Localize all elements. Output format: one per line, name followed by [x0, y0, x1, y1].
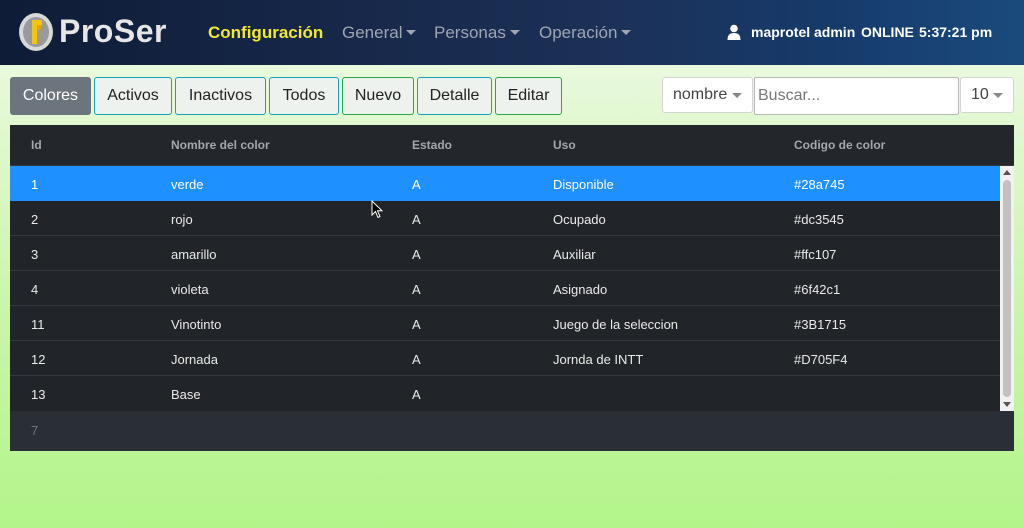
cell-use: Asignado	[553, 282, 608, 297]
cell-id: 1	[31, 177, 39, 192]
user-icon[interactable]	[727, 24, 741, 40]
column-header-id[interactable]: Id	[31, 138, 42, 152]
editar-button[interactable]: Editar	[495, 77, 562, 115]
chevron-down-icon	[993, 93, 1003, 98]
search-field-select[interactable]: nombre	[662, 77, 753, 113]
record-count: 7	[31, 423, 39, 438]
chevron-down-icon	[732, 93, 742, 98]
proser-logo-icon[interactable]	[18, 12, 54, 52]
scroll-thumb[interactable]	[1003, 180, 1011, 397]
cell-code: #ffc107	[794, 247, 837, 262]
column-header-code[interactable]: Codigo de color	[794, 138, 885, 152]
nav-personas-label: Personas	[434, 23, 506, 42]
cell-id: 3	[31, 247, 39, 262]
column-header-use[interactable]: Uso	[553, 138, 576, 152]
cell-id: 13	[31, 387, 46, 402]
cell-name: Vinotinto	[171, 317, 222, 332]
scroll-down-arrow-icon[interactable]	[1003, 402, 1011, 407]
table-header: Id Nombre del color Estado Uso Codigo de…	[10, 125, 1014, 166]
cell-use: Ocupado	[553, 212, 606, 227]
nav-personas[interactable]: Personas	[434, 23, 520, 43]
table-body: 1 verde A Disponible #28a745 2 rojo A Oc…	[10, 166, 1000, 411]
cell-code: #28a745	[794, 177, 845, 192]
todos-button[interactable]: Todos	[269, 77, 339, 115]
brand-title[interactable]: ProSer	[59, 13, 167, 50]
cell-use: Jornda de INTT	[553, 352, 644, 367]
colors-table: Id Nombre del color Estado Uso Codigo de…	[10, 125, 1014, 451]
cell-state: A	[412, 387, 421, 402]
mouse-cursor-icon	[371, 200, 383, 219]
nav-configuracion[interactable]: Configuración	[208, 23, 323, 43]
chevron-down-icon	[621, 30, 632, 35]
cell-name: rojo	[171, 212, 193, 227]
page-size-select[interactable]: 10	[960, 77, 1014, 113]
cell-use: Juego de la seleccion	[553, 317, 679, 332]
cell-code: #dc3545	[794, 212, 844, 227]
table-footer: 7	[10, 411, 1014, 451]
table-row[interactable]: 3 amarillo A Auxiliar #ffc107	[10, 236, 1000, 271]
cell-code: #3B1715	[794, 317, 847, 332]
table-row[interactable]: 12 Jornada A Jornda de INTT #D705F4	[10, 341, 1000, 376]
activos-button[interactable]: Activos	[94, 77, 172, 115]
chevron-down-icon	[406, 30, 417, 35]
table-row[interactable]: 13 Base A	[10, 376, 1000, 411]
navbar: ProSer Configuración General Personas Op…	[0, 0, 1024, 65]
cell-name: amarillo	[171, 247, 217, 262]
detalle-button[interactable]: Detalle	[417, 77, 492, 115]
cell-name: verde	[171, 177, 204, 192]
cell-state: A	[412, 317, 421, 332]
search-input[interactable]	[754, 77, 959, 115]
cell-code: #6f42c1	[794, 282, 841, 297]
search-field-value: nombre	[673, 86, 728, 103]
nav-operacion-label: Operación	[539, 23, 618, 42]
cell-code: #D705F4	[794, 352, 848, 367]
cell-state: A	[412, 352, 421, 367]
cell-id: 2	[31, 212, 39, 227]
table-row[interactable]: 2 rojo A Ocupado #dc3545	[10, 201, 1000, 236]
table-scrollbar[interactable]	[1000, 166, 1014, 411]
cell-use: Auxiliar	[553, 247, 596, 262]
chevron-down-icon	[509, 30, 520, 35]
cell-state: A	[412, 282, 421, 297]
inactivos-button[interactable]: Inactivos	[175, 77, 266, 115]
nav-general[interactable]: General	[342, 23, 417, 43]
user-name[interactable]: maprotel admin	[751, 24, 855, 40]
scroll-up-arrow-icon[interactable]	[1003, 170, 1011, 175]
page-size-value: 10	[971, 86, 989, 103]
cell-id: 4	[31, 282, 39, 297]
nav-general-label: General	[342, 23, 403, 42]
table-row[interactable]: 4 violeta A Asignado #6f42c1	[10, 271, 1000, 306]
column-header-name[interactable]: Nombre del color	[171, 138, 270, 152]
table-row[interactable]: 1 verde A Disponible #28a745	[10, 166, 1000, 201]
cell-name: Jornada	[171, 352, 218, 367]
cell-state: A	[412, 177, 421, 192]
nav-operacion[interactable]: Operación	[539, 23, 632, 43]
cell-name: violeta	[171, 282, 209, 297]
cell-name: Base	[171, 387, 201, 402]
colores-button[interactable]: Colores	[10, 77, 91, 115]
column-header-state[interactable]: Estado	[412, 138, 452, 152]
cell-id: 11	[31, 317, 45, 332]
cell-use: Disponible	[553, 177, 614, 192]
status-text: ONLINE	[861, 24, 914, 40]
cell-state: A	[412, 247, 421, 262]
nuevo-button[interactable]: Nuevo	[342, 77, 414, 115]
clock-time: 5:37:21 pm	[919, 24, 993, 40]
cell-id: 12	[31, 352, 46, 367]
cell-state: A	[412, 212, 421, 227]
table-row[interactable]: 11 Vinotinto A Juego de la seleccion #3B…	[10, 306, 1000, 341]
